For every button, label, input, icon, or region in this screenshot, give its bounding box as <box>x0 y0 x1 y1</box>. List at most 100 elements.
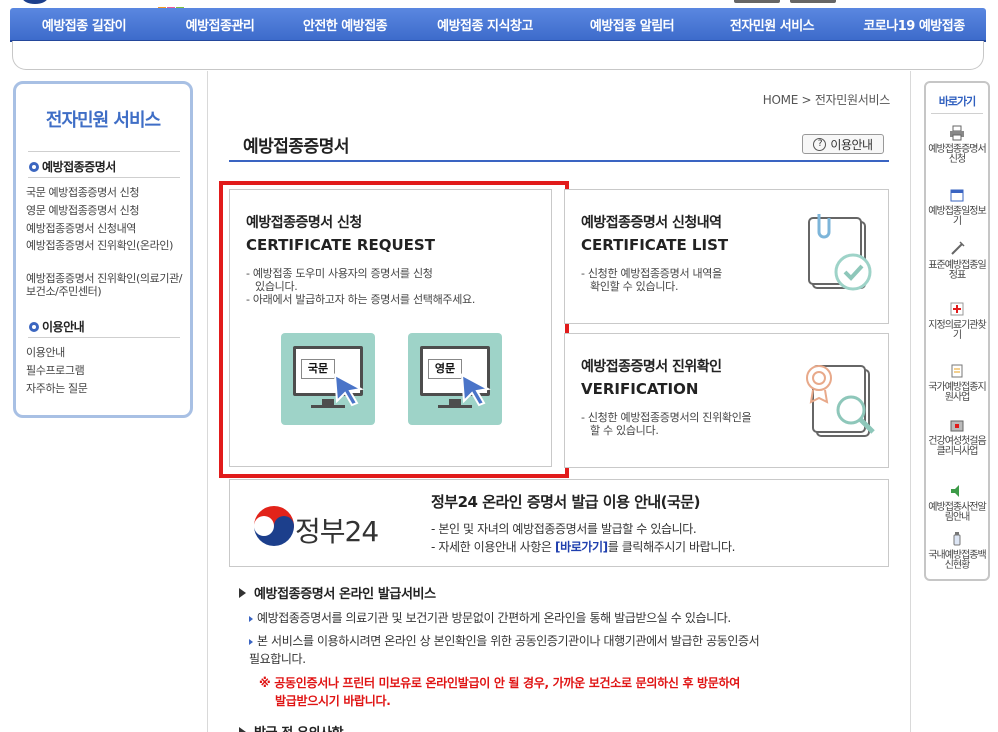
sidebar-link[interactable]: 필수프로그램 <box>26 364 188 377</box>
speaker-icon <box>951 485 959 497</box>
online-text: 본 서비스를 이용하시려면 온라인 상 본인확인을 위한 공동인증기관이나 대행… <box>257 634 760 648</box>
list-desc: - 신청한 예방접종증명서 내역을 확인할 수 있습니다. <box>581 267 722 293</box>
header-button-edge <box>734 0 780 3</box>
quick-item-label: 예방접종사전알림안내 <box>928 502 986 523</box>
quick-item-certificate[interactable]: 예방접종증명서 신청 <box>926 125 988 165</box>
triangle-bullet-icon <box>239 587 246 598</box>
printer-icon <box>950 125 964 141</box>
header-button-edge <box>790 0 836 3</box>
gov24-title: 정부24 온라인 증명서 발급 이용 안내(국문) <box>431 493 701 511</box>
sidebar-link[interactable]: 이용안내 <box>26 346 188 359</box>
usage-guide-button[interactable]: ? 이용안내 <box>802 134 884 154</box>
quick-item-notice[interactable]: 예방접종사전알림안내 <box>926 483 988 523</box>
quick-item-label: 국가예방접종지원사업 <box>928 382 986 403</box>
box-icon <box>950 420 964 432</box>
warning-line: ※ 공동인증서나 프린터 미보유로 온라인발급이 안 될 경우, 가까운 보건소… <box>259 676 741 690</box>
list-title: 예방접종증명서 신청내역 <box>581 215 722 231</box>
sidebar-link[interactable]: 국문 예방접종증명서 신청 <box>26 186 188 199</box>
gov24-shortcut-link[interactable]: [바로가기] <box>555 540 608 554</box>
nav-item[interactable]: 안전한 예방접종 <box>282 15 408 34</box>
sidebar-divider <box>28 177 180 178</box>
list-en-title: CERTIFICATE LIST <box>581 236 729 254</box>
sub-navigation-panel <box>12 41 984 70</box>
online-text: 예방접종증명서를 의료기관 및 보건기관 방문없이 간편하게 온라인을 통해 발… <box>257 611 731 625</box>
sidebar-title: 전자민원 서비스 <box>45 110 161 131</box>
desc-line: 확인할 수 있습니다. <box>590 280 679 293</box>
nav-item[interactable]: 예방접종 길잡이 <box>10 15 158 34</box>
quick-item-label: 예방접종증명서 신청 <box>928 144 986 165</box>
top-header-strip <box>0 0 998 8</box>
quick-item-standard[interactable]: 표준예방접종일정표 <box>926 241 988 281</box>
nav-item[interactable]: 예방접종 지식창고 <box>408 15 562 34</box>
breadcrumb-current[interactable]: 전자민원서비스 <box>815 93 890 107</box>
sidebar-heading-label: 예방접종증명서 <box>42 160 116 174</box>
sidebar-link[interactable]: 자주하는 질문 <box>26 382 188 395</box>
hospital-icon <box>950 302 964 316</box>
gov24-guide-box: 정부24 정부24 온라인 증명서 발급 이용 안내(국문) - 본인 및 자녀… <box>229 479 889 567</box>
question-icon: ? <box>813 137 827 151</box>
circle-bullet-icon <box>29 321 39 332</box>
quick-item-national[interactable]: 국가예방접종지원사업 <box>926 363 988 403</box>
quick-divider <box>931 113 983 114</box>
warning-line: 발급받으시기 바랍니다. <box>275 694 391 708</box>
nav-item[interactable]: 예방접종 알림터 <box>562 15 702 34</box>
syringe-icon <box>951 241 965 255</box>
sidebar-heading-label: 이용안내 <box>42 320 85 334</box>
sidebar-link[interactable]: 예방접종증명서 진위확인(온라인) <box>26 239 188 252</box>
sidebar-link[interactable]: 예방접종증명서 신청내역 <box>26 222 188 235</box>
gov24-text: - 자세한 이용안내 사항은 <box>431 540 552 554</box>
document-icon <box>951 364 963 378</box>
quick-item-women[interactable]: 건강여성첫걸음클리닉사업 <box>926 417 988 457</box>
gov24-text: 를 클릭해주시기 바랍니다. <box>607 540 736 554</box>
content-border-right <box>910 71 911 732</box>
verify-desc: - 신청한 예방접종증명서의 진위확인을 할 수 있습니다. <box>581 411 752 437</box>
page-title: 예방접종증명서 <box>243 137 349 157</box>
gov24-desc: - 본인 및 자녀의 예방접종증명서를 발급할 수 있습니다. - 자세한 이용… <box>431 520 735 556</box>
site-logo-edge <box>22 0 48 4</box>
sidebar-section-heading: 이용안내 <box>29 318 85 335</box>
desc-line: - 신청한 예방접종증명서 내역을 <box>581 267 722 280</box>
triangle-bullet-icon <box>239 726 246 732</box>
gov24-line: - 자세한 이용안내 사항은 [바로가기]를 클릭해주시기 바랍니다. <box>431 538 735 556</box>
usage-guide-label: 이용안내 <box>830 137 873 152</box>
sidebar-link[interactable]: 영문 예방접종증명서 신청 <box>26 204 188 217</box>
breadcrumb-home[interactable]: HOME <box>763 93 799 107</box>
verification-box[interactable]: 예방접종증명서 진위확인 VERIFICATION - 신청한 예방접종증명서의… <box>564 333 889 468</box>
quick-item-label: 지정의료기관찾기 <box>928 320 986 341</box>
quick-item-hospital[interactable]: 지정의료기관찾기 <box>926 301 988 341</box>
quick-item-vaccine[interactable]: 국내예방접종백신현황 <box>926 531 988 571</box>
online-paragraph: 본 서비스를 이용하시려면 온라인 상 본인확인을 위한 공동인증기관이나 대행… <box>249 632 760 668</box>
desc-line: 할 수 있습니다. <box>590 424 659 437</box>
online-paragraph: 예방접종증명서를 의료기관 및 보건기관 방문없이 간편하게 온라인을 통해 발… <box>249 609 731 627</box>
certificate-list-box[interactable]: 예방접종증명서 신청내역 CERTIFICATE LIST - 신청한 예방접종… <box>564 189 889 324</box>
caution-section-heading: 발급 전 유의사항 <box>239 722 344 732</box>
quick-title: 바로가기 <box>938 95 976 108</box>
sidebar-section-heading: 예방접종증명서 <box>29 158 116 175</box>
breadcrumb-separator: > <box>801 93 812 107</box>
document-magnifier-icon <box>806 365 875 437</box>
quick-item-label: 예방접종일정보기 <box>928 206 986 227</box>
nav-item[interactable]: 전자민원 서비스 <box>702 15 842 34</box>
nav-item[interactable]: 예방접종관리 <box>158 15 282 34</box>
arrow-bullet-icon <box>249 638 253 645</box>
quick-item-label: 국내예방접종백신현황 <box>928 550 986 571</box>
main-navigation: 예방접종 길잡이 예방접종관리 안전한 예방접종 예방접종 지식창고 예방접종 … <box>10 8 986 40</box>
gov24-emblem-icon <box>254 506 294 546</box>
quick-item-schedule[interactable]: 예방접종일정보기 <box>926 187 988 227</box>
nav-item[interactable]: 코로나19 예방접종 <box>842 15 986 34</box>
online-heading-label: 예방접종증명서 온라인 발급서비스 <box>254 587 436 602</box>
verify-title: 예방접종증명서 진위확인 <box>581 359 722 375</box>
selection-highlight-frame <box>219 181 569 478</box>
content-border-left <box>207 71 208 732</box>
document-check-icon <box>808 214 872 291</box>
breadcrumb: HOME > 전자민원서비스 <box>700 91 891 108</box>
online-warning: ※ 공동인증서나 프린터 미보유로 온라인발급이 안 될 경우, 가까운 보건소… <box>259 674 740 710</box>
online-section-heading: 예방접종증명서 온라인 발급서비스 <box>239 583 436 602</box>
sidebar-link[interactable]: 예방접종증명서 진위확인(의료기관/보건소/주민센터) <box>26 272 188 298</box>
quick-item-label: 건강여성첫걸음클리닉사업 <box>928 436 986 457</box>
sidebar-divider <box>28 337 180 338</box>
verify-en-title: VERIFICATION <box>581 380 699 398</box>
vaccine-icon <box>953 532 961 546</box>
online-text: 필요합니다. <box>249 652 306 666</box>
calendar-icon <box>950 189 964 202</box>
